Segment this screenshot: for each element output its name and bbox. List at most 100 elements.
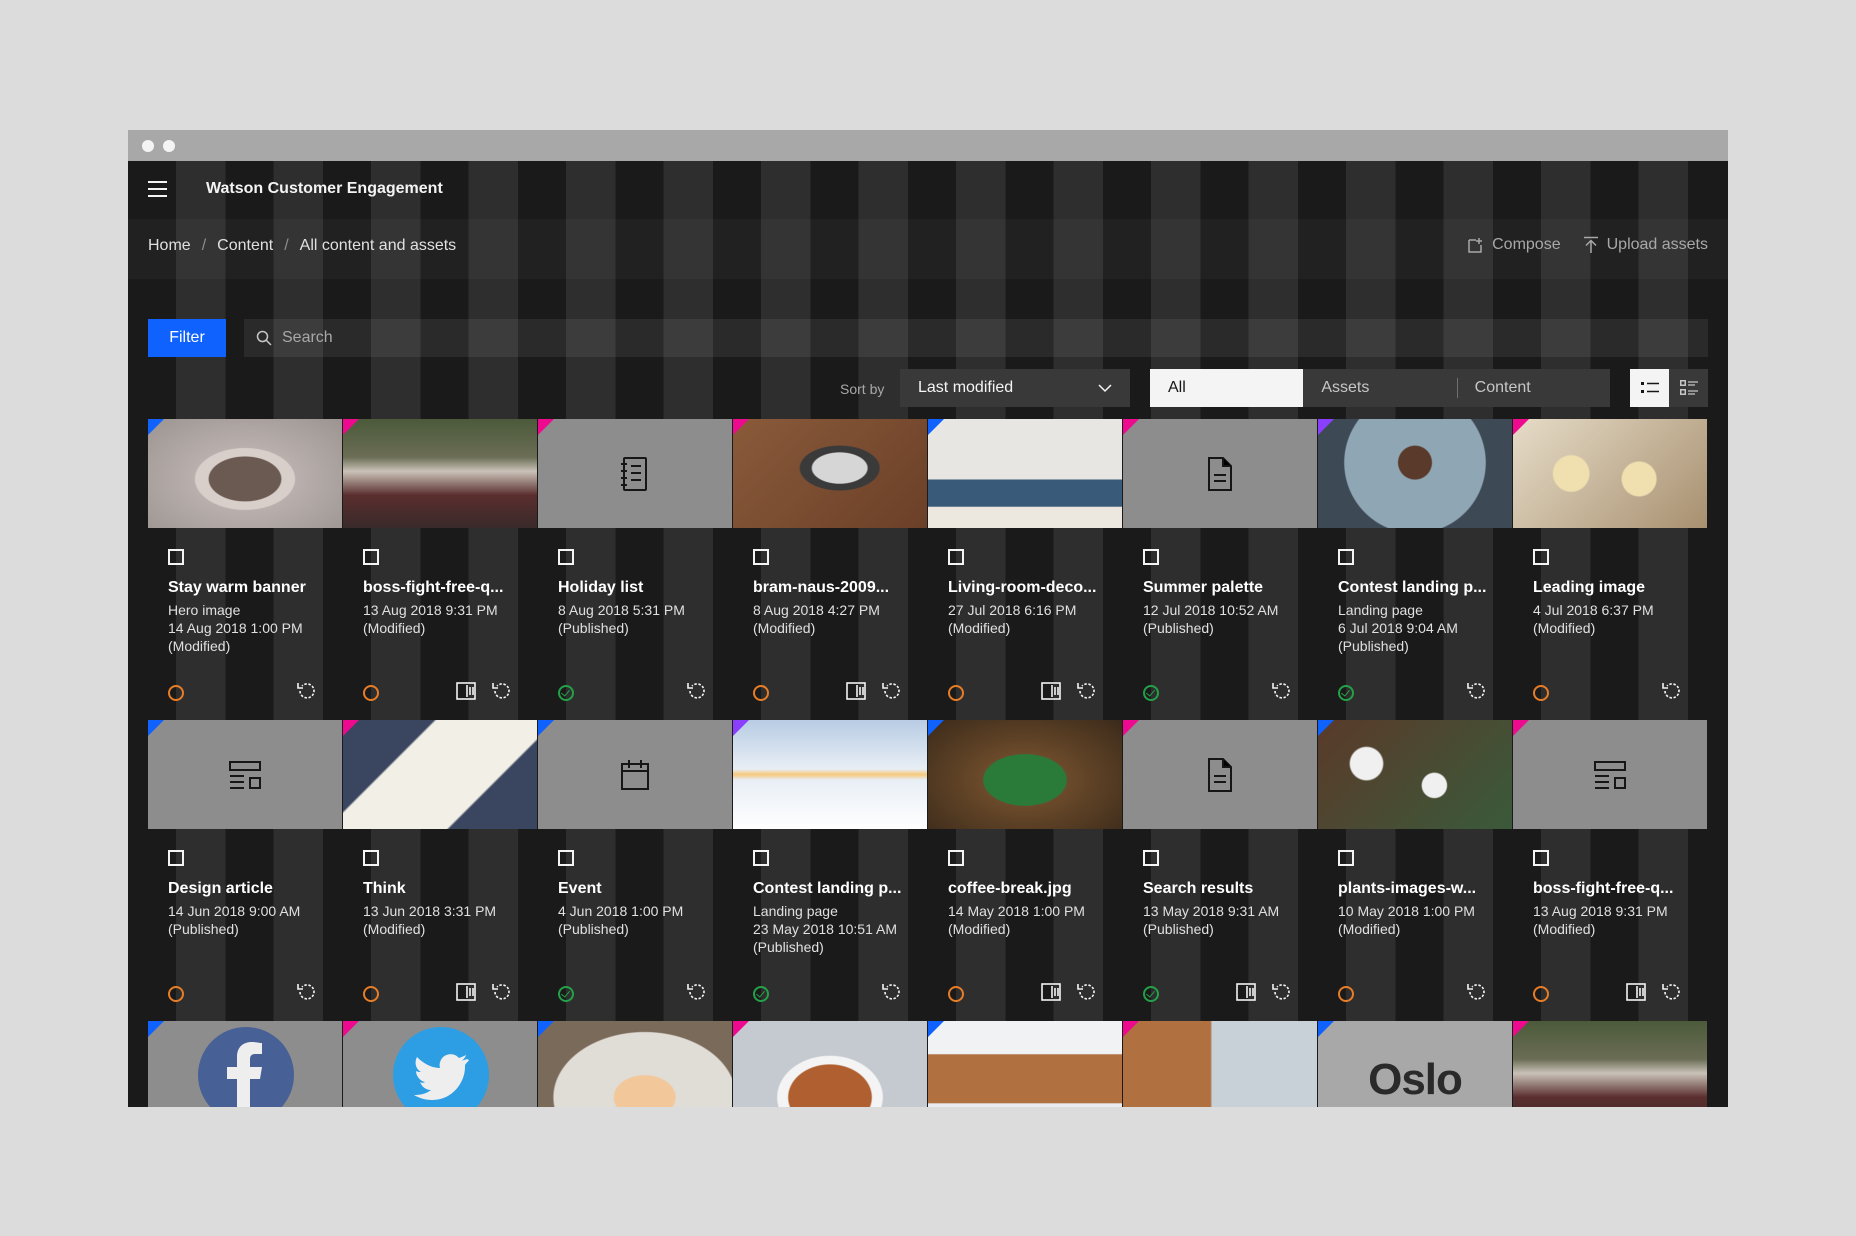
card-meta: 27 Jul 2018 6:16 PM (Modified) — [948, 601, 1076, 637]
content-card[interactable]: Think 13 Jun 2018 3:31 PM (Modified) — [343, 720, 537, 1020]
content-card[interactable] — [733, 1021, 927, 1107]
select-checkbox[interactable] — [753, 549, 769, 565]
segment-assets[interactable]: Assets — [1303, 369, 1456, 407]
restore-icon[interactable] — [1466, 680, 1488, 702]
segment-all[interactable]: All — [1150, 369, 1304, 407]
restore-icon[interactable] — [1076, 680, 1098, 702]
breadcrumb-home[interactable]: Home — [148, 237, 191, 254]
content-card[interactable]: Leading image 4 Jul 2018 6:37 PM (Modified… — [1513, 419, 1707, 719]
select-checkbox[interactable] — [1338, 549, 1354, 565]
compare-versions-icon[interactable] — [1236, 983, 1256, 1001]
restore-icon[interactable] — [296, 680, 318, 702]
content-card[interactable]: Contest landing p... Landing page 23 May 2… — [733, 720, 927, 1020]
published-status-icon — [753, 986, 769, 1002]
draft-status-icon — [948, 986, 964, 1002]
segment-content[interactable]: Content — [1456, 369, 1610, 407]
search-input[interactable] — [280, 328, 1584, 348]
view-toggle — [1630, 369, 1708, 407]
restore-icon[interactable] — [1076, 981, 1098, 1003]
content-card[interactable]: Contest landing p... Landing page 6 Jul 20… — [1318, 419, 1512, 719]
content-card[interactable]: plants-images-w... 10 May 2018 1:00 PM (Mo… — [1318, 720, 1512, 1020]
restore-icon[interactable] — [1661, 680, 1683, 702]
content-card[interactable]: bram-naus-2009... 8 Aug 2018 4:27 PM (Modi… — [733, 419, 927, 719]
restore-icon[interactable] — [1271, 981, 1293, 1003]
tag-corner — [928, 720, 944, 736]
select-checkbox[interactable] — [363, 850, 379, 866]
select-checkbox[interactable] — [1143, 850, 1159, 866]
content-card[interactable] — [1123, 1021, 1317, 1107]
breadcrumb-current: All content and assets — [299, 237, 457, 254]
select-checkbox[interactable] — [1338, 850, 1354, 866]
select-checkbox[interactable] — [753, 850, 769, 866]
breadcrumb-content[interactable]: Content — [217, 237, 273, 254]
content-card[interactable]: Design article 14 Jun 2018 9:00 AM (Publis… — [148, 720, 342, 1020]
draft-status-icon — [1533, 986, 1549, 1002]
filter-button[interactable]: Filter — [148, 319, 226, 357]
content-card[interactable]: boss-fight-free-q... 13 Aug 2018 9:31 PM (… — [1513, 720, 1707, 1020]
list-view-button[interactable] — [1669, 369, 1708, 407]
tag-corner — [343, 419, 359, 435]
window-dot — [163, 140, 175, 152]
compare-versions-icon[interactable] — [1041, 682, 1061, 700]
card-title: Contest landing p... — [753, 880, 902, 897]
content-card[interactable]: Holiday list 8 Aug 2018 5:31 PM (Published… — [538, 419, 732, 719]
select-checkbox[interactable] — [558, 549, 574, 565]
select-checkbox[interactable] — [168, 549, 184, 565]
restore-icon[interactable] — [1661, 981, 1683, 1003]
content-card[interactable] — [928, 1021, 1122, 1107]
compare-versions-icon[interactable] — [1041, 983, 1061, 1001]
draft-status-icon — [1338, 986, 1354, 1002]
detail-list-icon — [1679, 380, 1698, 395]
select-checkbox[interactable] — [948, 549, 964, 565]
upload-assets-button[interactable]: Upload assets — [1583, 236, 1708, 254]
select-checkbox[interactable] — [168, 850, 184, 866]
published-status-icon — [1143, 986, 1159, 1002]
content-card[interactable]: Event 4 Jun 2018 1:00 PM (Published) — [538, 720, 732, 1020]
select-checkbox[interactable] — [1533, 549, 1549, 565]
restore-icon[interactable] — [296, 981, 318, 1003]
select-checkbox[interactable] — [1533, 850, 1549, 866]
thumbnail: Oslo — [1318, 1021, 1512, 1107]
compare-versions-icon[interactable] — [456, 682, 476, 700]
restore-icon[interactable] — [1271, 680, 1293, 702]
card-title: boss-fight-free-q... — [1533, 880, 1674, 897]
grid-view-button[interactable] — [1630, 369, 1669, 407]
restore-icon[interactable] — [1466, 981, 1488, 1003]
thumbnail — [1123, 419, 1317, 528]
restore-icon[interactable] — [686, 981, 708, 1003]
photo-cabin-trees — [1123, 1021, 1317, 1107]
restore-icon[interactable] — [491, 680, 513, 702]
card-meta-line: Hero image — [168, 602, 241, 618]
content-card[interactable] — [538, 1021, 732, 1107]
select-checkbox[interactable] — [948, 850, 964, 866]
card-title: Summer palette — [1143, 579, 1264, 596]
app-title: Watson Customer Engagement — [206, 180, 443, 197]
thumbnail — [148, 720, 342, 829]
hamburger-menu-icon[interactable] — [148, 181, 168, 199]
compare-versions-icon[interactable] — [846, 682, 866, 700]
content-card[interactable] — [1513, 1021, 1707, 1107]
content-card[interactable]: Summer palette 12 Jul 2018 10:52 AM (Publi… — [1123, 419, 1317, 719]
select-checkbox[interactable] — [558, 850, 574, 866]
restore-icon[interactable] — [881, 680, 903, 702]
restore-icon[interactable] — [491, 981, 513, 1003]
content-card[interactable]: Living-room-deco... 27 Jul 2018 6:16 PM (M… — [928, 419, 1122, 719]
compose-button[interactable]: Compose — [1467, 236, 1561, 254]
header-actions: Compose Upload assets — [1467, 236, 1708, 254]
restore-icon[interactable] — [881, 981, 903, 1003]
tag-corner — [1123, 720, 1139, 736]
content-card[interactable]: coffee-break.jpg 14 May 2018 1:00 PM (Modi… — [928, 720, 1122, 1020]
compare-versions-icon[interactable] — [1626, 983, 1646, 1001]
twitter-logo — [393, 1027, 489, 1107]
content-card[interactable]: Stay warm banner Hero image 14 Aug 2018 1:… — [148, 419, 342, 719]
content-card[interactable]: boss-fight-free-q... 13 Aug 2018 9:31 PM (… — [343, 419, 537, 719]
select-checkbox[interactable] — [1143, 549, 1159, 565]
content-card[interactable]: Oslo — [1318, 1021, 1512, 1107]
restore-icon[interactable] — [686, 680, 708, 702]
content-card[interactable]: Search results 13 May 2018 9:31 AM (Publis… — [1123, 720, 1317, 1020]
sort-select[interactable]: Last modified — [900, 369, 1130, 407]
compare-versions-icon[interactable] — [456, 983, 476, 1001]
content-card[interactable] — [148, 1021, 342, 1107]
content-card[interactable] — [343, 1021, 537, 1107]
select-checkbox[interactable] — [363, 549, 379, 565]
